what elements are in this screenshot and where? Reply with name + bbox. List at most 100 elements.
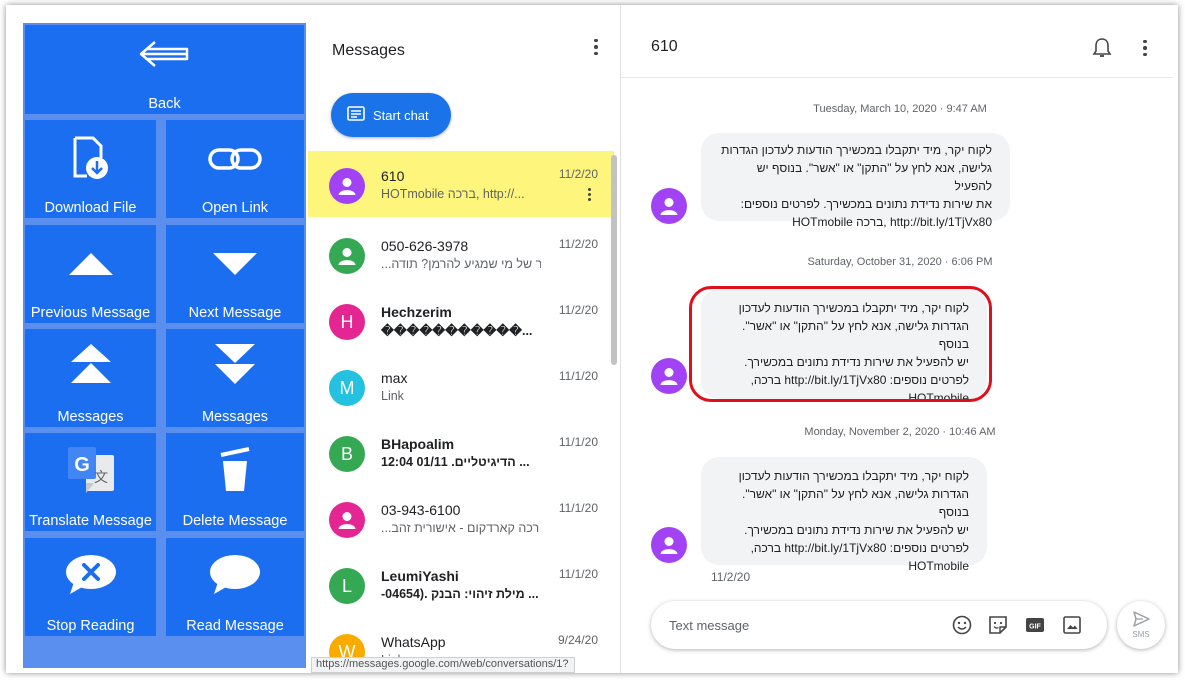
conversation-row[interactable]: 610 HOTmobile ברכה, http://... 11/2/20 bbox=[308, 151, 614, 217]
trash-icon bbox=[166, 447, 304, 493]
send-mode-label: SMS bbox=[1132, 630, 1150, 639]
bell-icon[interactable] bbox=[1092, 37, 1112, 59]
svg-text:G: G bbox=[74, 454, 90, 476]
open-link-button[interactable]: Open Link bbox=[166, 120, 304, 218]
conversation-row[interactable]: 050-626-3978 ...ר של מי שמגיע להרמן? תוד… bbox=[308, 221, 614, 287]
message-timestamp: Tuesday, March 10, 2020 · 9:47 AM bbox=[813, 103, 987, 115]
next-message-button[interactable]: Next Message bbox=[166, 225, 304, 323]
delete-message-button[interactable]: Delete Message bbox=[166, 433, 304, 531]
sender-avatar-icon bbox=[651, 188, 687, 224]
avatar-person-icon bbox=[329, 238, 365, 274]
message-timestamp: Monday, November 2, 2020 · 10:46 AM bbox=[804, 426, 996, 438]
conversation-list-panel: Messages Start chat 610 HOTmobile ברכה, … bbox=[308, 5, 620, 673]
start-chat-label: Start chat bbox=[373, 107, 429, 123]
conversation-row[interactable]: M max Link 11/1/20 bbox=[308, 353, 614, 419]
app-window: Back Download File Open Link Previous Me… bbox=[6, 5, 1178, 673]
status-url: https://messages.google.com/web/conversa… bbox=[311, 657, 575, 673]
conversation-name: LeumiYashi bbox=[381, 568, 459, 584]
message-bubble[interactable]: לקוח יקר, מיד יתקבלו במכשירך הודעות לעדכ… bbox=[701, 457, 987, 573]
open-link-label: Open Link bbox=[201, 200, 269, 216]
list-scrollbar[interactable] bbox=[611, 155, 617, 365]
previous-message-label: Previous Message bbox=[30, 305, 151, 321]
conversation-date: 11/1/20 bbox=[558, 501, 598, 515]
conversation-date: 11/2/20 bbox=[558, 237, 598, 251]
triangle-up-icon bbox=[25, 251, 156, 277]
translate-message-button[interactable]: G文 Translate Message bbox=[25, 433, 156, 531]
svg-text:GIF: GIF bbox=[1029, 624, 1041, 631]
conversation-row[interactable]: 03-943-6100 ...רכה קארדקום - אישורית זהב… bbox=[308, 485, 614, 551]
double-triangle-up-icon bbox=[25, 343, 156, 385]
conversation-name: BHapoalim bbox=[381, 436, 455, 452]
speech-bubble-icon bbox=[166, 554, 304, 596]
avatar-person-icon bbox=[329, 502, 365, 538]
conversation-row[interactable]: H Hechzerim �����������... 11/2/20 bbox=[308, 287, 614, 353]
link-icon bbox=[166, 146, 304, 172]
conversation-date: 11/1/20 bbox=[558, 435, 598, 449]
more-options-icon[interactable] bbox=[586, 37, 606, 57]
row-options-icon[interactable] bbox=[582, 187, 596, 201]
conversation-date: 11/1/20 bbox=[558, 567, 598, 581]
message-line: HOTmobile bbox=[908, 559, 969, 573]
conversation-row[interactable]: L LeumiYashi -04654). מילת זיהוי: הבנק .… bbox=[308, 551, 614, 617]
message-line: לקוח יקר, מיד יתקבלו במכשירך הודעות לעדכ… bbox=[721, 143, 992, 157]
conversation-snippet: Link bbox=[381, 389, 404, 403]
conversation-snippet: ...רכה קארדקום - אישורית זהב bbox=[381, 521, 540, 535]
conversation-name: 050-626-3978 bbox=[381, 238, 469, 254]
read-message-label: Read Message bbox=[186, 618, 284, 634]
message-timestamp: Saturday, October 31, 2020 · 6:06 PM bbox=[807, 256, 993, 268]
double-triangle-down-icon bbox=[166, 343, 304, 385]
back-button[interactable]: Back bbox=[25, 25, 304, 114]
first-messages-label: Messages bbox=[57, 409, 124, 425]
avatar-letter: M bbox=[329, 370, 365, 406]
back-label: Back bbox=[148, 96, 181, 112]
download-file-button[interactable]: Download File bbox=[25, 120, 156, 218]
translate-message-label: Translate Message bbox=[29, 513, 152, 529]
message-line: גלישה, אנא לחץ על "התקן" או "אשר". בנוסף… bbox=[756, 161, 992, 193]
avatar-letter: H bbox=[329, 304, 365, 340]
message-line: לקוח יקר, מיד יתקבלו במכשירך הודעות לעדכ… bbox=[738, 469, 969, 483]
svg-text:文: 文 bbox=[94, 470, 108, 486]
panel-title: Messages bbox=[332, 42, 405, 59]
message-bubble[interactable]: לקוח יקר, מיד יתקבלו במכשירך הודעות לעדכ… bbox=[701, 133, 1010, 229]
message-line: HOTmobile bbox=[908, 391, 969, 405]
conversation-name: WhatsApp bbox=[381, 634, 446, 650]
gif-icon[interactable]: GIF bbox=[1024, 614, 1046, 636]
download-file-label: Download File bbox=[44, 200, 137, 216]
message-line: לפרטים נוספים: http://bit.ly/1TjVx80 ברכ… bbox=[750, 373, 969, 387]
message-line: לפרטים נוספים: http://bit.ly/1TjVx80 ברכ… bbox=[750, 541, 969, 555]
message-line: יש להפעיל את שירות נדידת נתונים במכשירך. bbox=[744, 355, 969, 369]
message-bubble[interactable]: לקוח יקר, מיד יתקבלו במכשירך הודעות לעדכ… bbox=[701, 289, 987, 405]
conversation-name: 610 bbox=[381, 168, 405, 184]
conversation-row[interactable]: B BHapoalim 12:04 01/11 .הדיגיטליים ... … bbox=[308, 419, 614, 485]
conversation-options-icon[interactable] bbox=[1135, 38, 1155, 58]
compose-box[interactable]: Text message GIF bbox=[651, 601, 1107, 649]
read-message-button[interactable]: Read Message bbox=[166, 538, 304, 636]
conversation-snippet: ...ר של מי שמגיע להרמן? תודה bbox=[381, 257, 541, 271]
start-chat-button[interactable]: Start chat bbox=[331, 93, 451, 137]
stop-reading-icon bbox=[25, 554, 156, 596]
stop-reading-label: Stop Reading bbox=[46, 618, 135, 634]
compose-placeholder: Text message bbox=[669, 618, 750, 633]
image-icon[interactable] bbox=[1061, 614, 1083, 636]
conversation-panel: 610 Tuesday, March 10, 2020 · 9:47 AM לק… bbox=[620, 5, 1178, 673]
message-line: הגדרות גלישה, אנא לחץ על "התקן" או "אשר"… bbox=[742, 319, 969, 351]
sender-avatar-icon bbox=[651, 358, 687, 394]
conversation-date: 11/2/20 bbox=[558, 303, 598, 317]
download-file-icon bbox=[25, 136, 156, 182]
previous-message-button[interactable]: Previous Message bbox=[25, 225, 156, 323]
conversation-date: 9/24/20 bbox=[557, 633, 598, 647]
message-line: הגדרות גלישה, אנא לחץ על "התקן" או "אשר"… bbox=[742, 487, 969, 519]
translate-icon: G文 bbox=[25, 445, 156, 495]
last-messages-button[interactable]: Messages bbox=[166, 329, 304, 427]
last-message-date: 11/2/20 bbox=[711, 570, 751, 584]
send-button[interactable]: SMS bbox=[1117, 601, 1165, 649]
stop-reading-button[interactable]: Stop Reading bbox=[25, 538, 156, 636]
sticker-icon[interactable] bbox=[987, 614, 1009, 636]
avatar-letter: L bbox=[329, 568, 365, 604]
conversation-snippet: -04654). מילת זיהוי: הבנק ... bbox=[381, 587, 539, 601]
emoji-icon[interactable] bbox=[951, 614, 973, 636]
next-message-label: Next Message bbox=[188, 305, 282, 321]
first-messages-button[interactable]: Messages bbox=[25, 329, 156, 427]
arrow-left-icon bbox=[25, 39, 304, 69]
last-messages-label: Messages bbox=[201, 409, 269, 425]
